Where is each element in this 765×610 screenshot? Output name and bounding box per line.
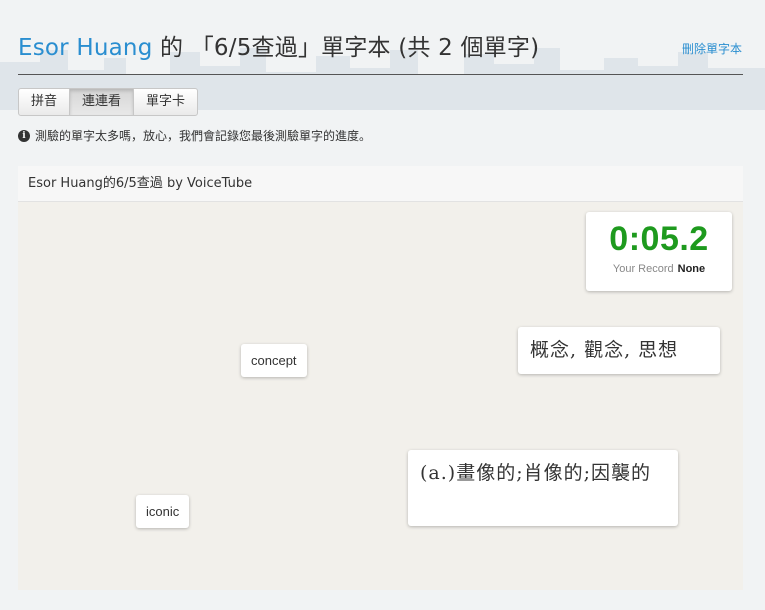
word-card-iconic[interactable]: iconic bbox=[136, 495, 190, 528]
tab-spelling[interactable]: 拼音 bbox=[18, 88, 71, 116]
matching-game-panel: Esor Huang的6/5查過 by VoiceTube 0:05.2 You… bbox=[18, 166, 743, 590]
tab-matching[interactable]: 連連看 bbox=[69, 88, 135, 116]
title-text: 的 「6/5查過」單字本 (共 2 個單字) bbox=[152, 35, 540, 61]
timer-display: 0:05.2 bbox=[609, 220, 709, 258]
page-header: Esor Huang 的 「6/5查過」單字本 (共 2 個單字) 刪除單字本 bbox=[18, 28, 745, 74]
record-display: Your Record None bbox=[586, 263, 732, 275]
page-title: Esor Huang 的 「6/5查過」單字本 (共 2 個單字) bbox=[18, 28, 745, 62]
delete-wordbook-link[interactable]: 刪除單字本 bbox=[682, 40, 742, 57]
word-card-concept[interactable]: concept bbox=[241, 344, 307, 377]
owner-link[interactable]: Esor Huang bbox=[18, 35, 153, 61]
record-value: None bbox=[677, 263, 706, 275]
panel-title: Esor Huang的6/5查過 by VoiceTube bbox=[18, 166, 743, 202]
info-icon: i bbox=[18, 129, 30, 142]
tab-flashcards[interactable]: 單字卡 bbox=[133, 88, 199, 116]
progress-notice: i 測驗的單字太多嗎，放心，我們會記錄您最後測驗單字的進度。 bbox=[18, 127, 371, 144]
header-divider bbox=[18, 74, 743, 75]
definition-card-concept[interactable]: 概念, 觀念, 思想 bbox=[518, 327, 720, 374]
timer-box: 0:05.2 Your Record None bbox=[586, 212, 732, 291]
quiz-mode-tabs: 拼音 連連看 單字卡 bbox=[18, 88, 199, 116]
notice-text: 測驗的單字太多嗎，放心，我們會記錄您最後測驗單字的進度。 bbox=[35, 129, 372, 143]
matching-board: 0:05.2 Your Record None concept iconic 概念… bbox=[18, 202, 743, 590]
record-label: Your Record bbox=[612, 263, 674, 275]
definition-card-iconic[interactable]: (a.)畫像的;肖像的;因襲的 bbox=[408, 450, 678, 526]
